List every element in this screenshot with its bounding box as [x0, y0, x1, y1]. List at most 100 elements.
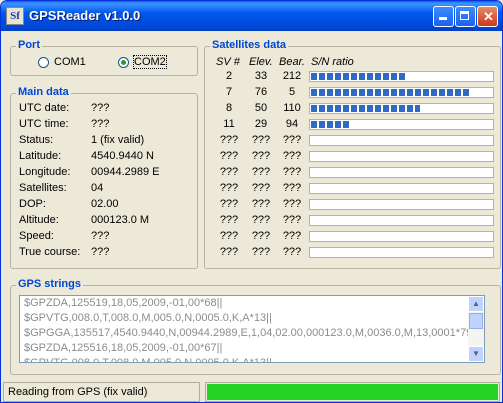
satellite-sv: 11 [223, 118, 235, 130]
main-data-label: Latitude: [19, 150, 62, 162]
status-text: Reading from GPS (fix valid) [3, 382, 200, 402]
gps-string-line: $GPVTG,008.0,T,008.0,M,005.0,N,0005.0,K,… [24, 357, 272, 363]
snr-bar [309, 215, 494, 226]
main-data-label: Longitude: [19, 166, 71, 178]
main-data-value: ??? [91, 246, 110, 258]
app-icon: Sf [6, 7, 24, 25]
satellite-sv: ??? [219, 246, 239, 258]
main-data-value: 1 (fix valid) [91, 134, 145, 146]
com2-radio-label[interactable]: COM2 [133, 55, 167, 69]
satellite-bear: 212 [282, 70, 302, 82]
satellite-bear: ??? [282, 182, 302, 194]
gps-strings-scrollbar[interactable]: ▲ ▼ [468, 296, 484, 362]
satellite-elev: 50 [254, 102, 268, 114]
main-data-value: 4540.9440 N [91, 150, 154, 162]
gps-string-line: $GPVTG,008.0,T,008.0,M,005.0,N,0005.0,K,… [24, 312, 272, 324]
satellite-sv: ??? [219, 214, 239, 226]
main-data-value: 00944.2989 E [91, 166, 160, 178]
sat-header-bear: Bear. [279, 56, 305, 68]
minimize-button[interactable] [433, 6, 454, 27]
satellite-elev: ??? [251, 214, 271, 226]
main-data-label: True course: [19, 246, 81, 258]
satellites-group-label: Satellites data [210, 39, 288, 51]
gps-string-line: $GPZDA,125516,18,05,2009,-01,00*67|| [24, 342, 223, 354]
satellite-sv: 2 [225, 70, 233, 82]
main-data-value: ??? [91, 230, 110, 242]
main-data-value: 02.00 [91, 198, 119, 210]
main-data-group-label: Main data [16, 86, 71, 98]
satellite-elev: ??? [251, 198, 271, 210]
gps-strings-textbox[interactable]: $GPZDA,125519,18,05,2009,-01,00*68|| $GPV… [19, 295, 485, 363]
main-data-value: ??? [91, 118, 110, 130]
sat-header-snr: S/N ratio [311, 56, 354, 68]
satellite-sv: ??? [219, 182, 239, 194]
com1-radio[interactable]: COM1 [38, 56, 86, 68]
com2-radio[interactable]: COM2 [118, 55, 167, 69]
satellite-bear: ??? [282, 246, 302, 258]
maximize-button[interactable] [455, 6, 476, 27]
main-data-label: DOP: [19, 198, 46, 210]
snr-bar [309, 183, 494, 194]
satellite-bear: ??? [282, 166, 302, 178]
maximize-icon [460, 11, 469, 20]
satellite-elev: ??? [251, 246, 271, 258]
snr-bar [309, 247, 494, 258]
minimize-icon [439, 17, 447, 20]
scroll-thumb[interactable] [469, 313, 483, 329]
title-bar[interactable]: Sf GPSReader v1.0.0 ✕ [1, 1, 502, 31]
satellite-elev: ??? [251, 150, 271, 162]
satellite-bear: 110 [283, 102, 301, 114]
satellite-elev: 29 [254, 118, 268, 130]
status-bar: Reading from GPS (fix valid) [1, 382, 502, 402]
close-button[interactable]: ✕ [477, 6, 498, 27]
satellite-elev: ??? [251, 182, 271, 194]
satellite-bear: 5 [288, 86, 296, 98]
main-data-value: 000123.0 M [91, 214, 150, 226]
window-title: GPSReader v1.0.0 [29, 8, 141, 23]
scroll-down-button[interactable]: ▼ [468, 346, 484, 362]
com2-radio-circle[interactable] [118, 56, 129, 68]
satellite-bear: ??? [282, 134, 302, 146]
satellite-elev: 76 [254, 86, 268, 98]
snr-bar [309, 231, 494, 242]
satellite-sv: ??? [219, 150, 239, 162]
port-group-label: Port [16, 39, 42, 51]
snr-bar [309, 151, 494, 162]
satellite-bear: ??? [282, 230, 302, 242]
main-data-label: Speed: [19, 230, 54, 242]
gps-string-line: $GPGGA,135517,4540.9440,N,00944.2989,E,1… [24, 327, 479, 339]
satellite-bear: 94 [285, 118, 299, 130]
satellite-sv: ??? [219, 230, 239, 242]
satellite-sv: ??? [219, 134, 239, 146]
close-icon: ✕ [483, 9, 494, 24]
com1-radio-circle[interactable] [38, 56, 49, 68]
snr-bar [309, 71, 494, 82]
satellite-elev: ??? [251, 134, 271, 146]
main-data-label: Altitude: [19, 214, 59, 226]
main-data-value: ??? [91, 102, 110, 114]
com1-radio-label[interactable]: COM1 [54, 56, 86, 68]
snr-bar-fill [311, 89, 470, 96]
status-progress-bar [205, 382, 500, 402]
snr-bar [309, 87, 494, 98]
gps-strings-group-label: GPS strings [16, 278, 83, 290]
snr-bar [309, 103, 494, 114]
sat-header-sv: SV # [216, 56, 240, 68]
scroll-up-button[interactable]: ▲ [468, 296, 484, 312]
main-data-label: UTC date: [19, 102, 70, 114]
snr-bar [309, 199, 494, 210]
scroll-up-icon: ▲ [472, 299, 480, 308]
satellite-sv: 8 [225, 102, 233, 114]
scroll-down-icon: ▼ [472, 349, 480, 358]
snr-bar [309, 135, 494, 146]
gps-string-line: $GPZDA,125519,18,05,2009,-01,00*68|| [24, 297, 223, 309]
snr-bar-fill [311, 105, 420, 112]
main-data-label: Status: [19, 134, 54, 146]
satellite-sv: 7 [225, 86, 233, 98]
satellite-elev: ??? [251, 166, 271, 178]
snr-bar-fill [311, 121, 349, 128]
main-window: Sf GPSReader v1.0.0 ✕ Port COM1 COM2 Mai… [0, 0, 503, 403]
snr-bar [309, 167, 494, 178]
main-data-label: UTC time: [19, 118, 69, 130]
main-data-label: Satellites: [19, 182, 67, 194]
